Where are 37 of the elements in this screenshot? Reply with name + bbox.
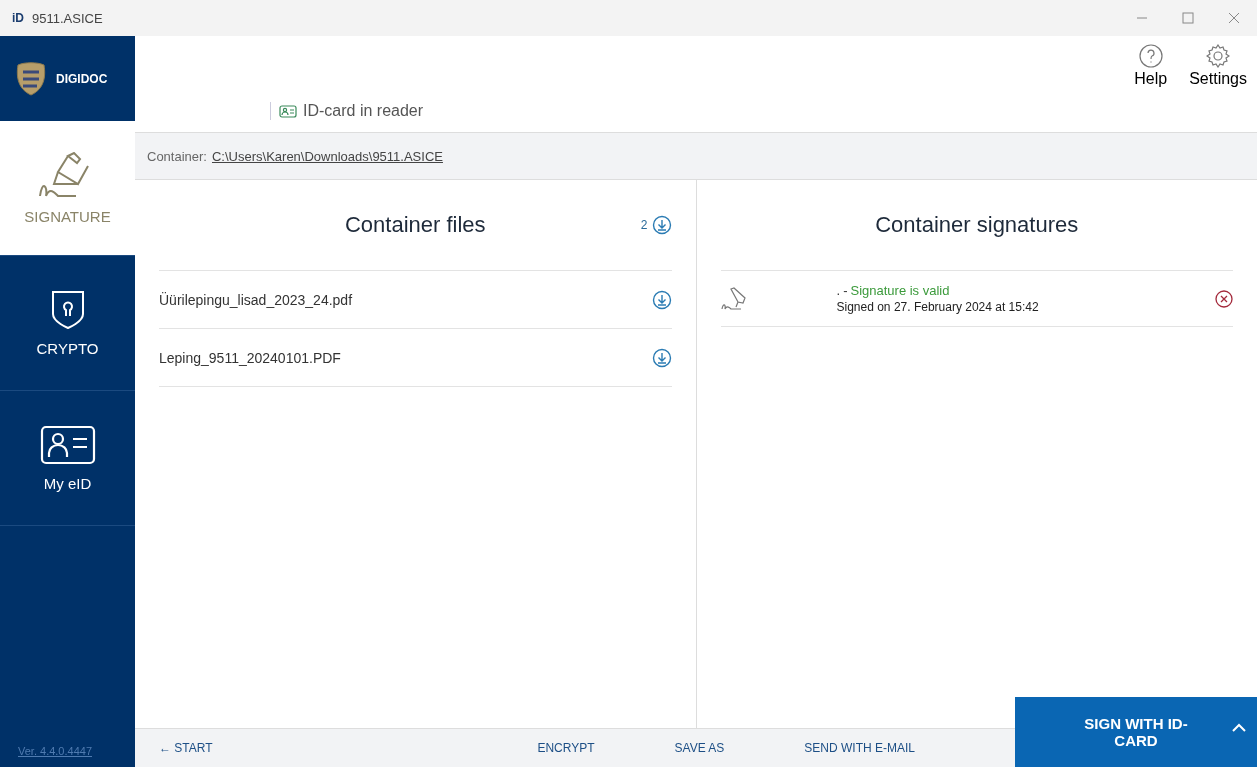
settings-icon bbox=[1206, 44, 1231, 68]
signature-status: Signature is valid bbox=[850, 283, 950, 298]
nav-item[interactable]: My eID bbox=[0, 391, 135, 526]
id-card-icon bbox=[279, 104, 297, 118]
download-all-icon[interactable] bbox=[651, 215, 672, 235]
help-button[interactable]: Help bbox=[1134, 44, 1168, 88]
start-button[interactable]: ← START bbox=[159, 741, 213, 755]
help-icon bbox=[1138, 44, 1163, 68]
separator: - bbox=[843, 283, 848, 298]
coat-of-arms-icon bbox=[16, 61, 46, 96]
download-icon[interactable] bbox=[651, 289, 672, 310]
chevron-up-icon[interactable] bbox=[1231, 723, 1247, 733]
footer-action[interactable]: ENCRYPT bbox=[537, 741, 595, 755]
pen-signature-icon bbox=[720, 286, 747, 311]
sign-button[interactable]: SIGN WITH ID-CARD bbox=[1015, 697, 1257, 767]
container-label: Container: bbox=[147, 148, 207, 164]
file-name[interactable]: Leping_9511_20240101.PDF bbox=[159, 349, 341, 366]
signer-name: . bbox=[836, 283, 841, 298]
nav-item[interactable]: CRYPTO bbox=[0, 256, 135, 391]
card-status: ID-card in reader bbox=[303, 102, 424, 120]
shield-lock-icon bbox=[50, 289, 85, 330]
nav-item[interactable]: SIGNATURE bbox=[0, 121, 135, 256]
app-logo: iD bbox=[12, 11, 24, 25]
signature-date: Signed on 27. February 2024 at 15:42 bbox=[836, 300, 1040, 314]
footer-action[interactable]: SEND WITH E-MAIL bbox=[804, 741, 915, 755]
panel-title: Container signatures bbox=[875, 212, 1079, 238]
file-count: 2 bbox=[640, 218, 648, 232]
settings-button[interactable]: Settings bbox=[1189, 44, 1247, 88]
download-icon[interactable] bbox=[651, 347, 672, 368]
file-name[interactable]: Üürilepingu_lisad_2023_24.pdf bbox=[159, 291, 353, 308]
panel-title: Container files bbox=[344, 212, 486, 238]
id-card-icon bbox=[39, 424, 96, 465]
footer-action[interactable]: SAVE AS bbox=[674, 741, 725, 755]
container-path-link[interactable]: C:\Users\Karen\Downloads\9511.ASICE bbox=[212, 148, 443, 164]
brand-name: DIGIDOC bbox=[56, 71, 108, 86]
remove-icon[interactable] bbox=[1215, 289, 1233, 308]
window-title: 9511.ASICE bbox=[32, 10, 103, 26]
